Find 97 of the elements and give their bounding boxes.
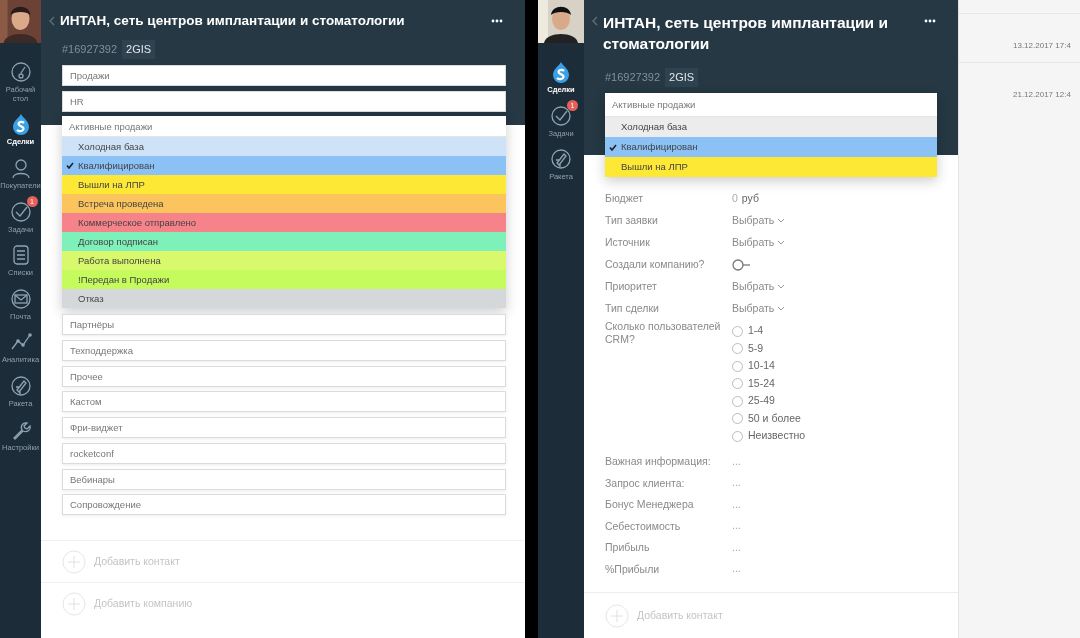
currency-label: руб	[741, 190, 759, 206]
toggle-switch[interactable]	[732, 258, 752, 271]
field-value: ...	[732, 561, 741, 577]
stage-option[interactable]: Квалифицирован	[62, 156, 506, 176]
pipeline-option[interactable]: HR	[62, 90, 506, 112]
field-value: ...	[732, 475, 741, 491]
field-value: ...	[732, 453, 741, 469]
radio-button[interactable]	[732, 378, 743, 390]
stage-option[interactable]: Вышли на ЛПР	[605, 157, 937, 177]
radio-button[interactable]	[732, 343, 743, 355]
radio-button[interactable]	[732, 360, 743, 372]
radio-label: 1-4	[748, 323, 764, 339]
stage-option[interactable]: !Передан в Продажи	[62, 270, 506, 290]
pipeline-option[interactable]: Кастом	[62, 391, 506, 413]
back-button[interactable]	[592, 16, 598, 26]
select-dropdown[interactable]: Выбрать	[732, 278, 786, 295]
person-icon	[9, 156, 32, 179]
stage-option[interactable]: Холодная база	[62, 137, 506, 157]
timestamp: 21.12.2017 12:4	[1013, 90, 1071, 99]
pipeline-option[interactable]: Партнёры	[62, 314, 506, 336]
drop-logo-icon	[550, 61, 572, 83]
radio-button[interactable]	[732, 395, 743, 407]
more-icon	[924, 19, 936, 23]
field-label: Тип сделки	[605, 301, 660, 316]
more-button[interactable]	[491, 19, 503, 23]
radio-label: 15-24	[748, 375, 775, 391]
field-label: Бонус Менеджера	[605, 498, 695, 512]
plus-icon[interactable]	[605, 603, 629, 628]
deal-title: ИНТАН, сеть центров имплантации и стоматологии	[60, 12, 406, 30]
field-label: Бюджет	[605, 191, 644, 206]
radio-label: 5-9	[748, 340, 764, 356]
stage-option[interactable]: Вышли на ЛПР	[62, 175, 506, 195]
chevron-down-icon	[777, 284, 786, 289]
field-label: Приоритет	[605, 279, 658, 294]
field-label: Прибыль	[605, 541, 651, 555]
pipeline-option[interactable]: Техподдержка	[62, 340, 506, 362]
pipeline-option[interactable]: rocketconf	[62, 442, 506, 464]
field-label: Важная информация:	[605, 455, 712, 469]
chevron-down-icon	[777, 306, 786, 311]
field-label: Запрос клиента:	[605, 476, 686, 490]
check-icon	[66, 162, 74, 170]
tag-label: 2GIS	[665, 68, 699, 87]
rocket-icon	[550, 148, 572, 171]
pipeline-option[interactable]: Прочее	[62, 365, 506, 387]
select-dropdown[interactable]: Выбрать	[732, 234, 786, 251]
field-label: Создали компанию?	[605, 257, 706, 272]
plus-icon[interactable]	[62, 591, 86, 616]
pipeline-header[interactable]: Активные продажи	[62, 116, 506, 138]
budget-amount: 0	[732, 190, 738, 206]
select-dropdown[interactable]: Выбрать	[732, 300, 786, 317]
envelope-icon	[9, 287, 32, 310]
field-label: Источник	[605, 235, 651, 250]
gauge-icon	[9, 61, 32, 83]
pipeline-option[interactable]: Продажи	[62, 65, 506, 86]
chevron-down-icon	[777, 218, 786, 223]
chevron-down-icon	[777, 240, 786, 245]
pipeline-header[interactable]: Активные продажи	[605, 93, 937, 117]
deal-id: #16927392	[605, 70, 661, 85]
more-button[interactable]	[924, 19, 936, 23]
rocket-icon	[9, 375, 32, 397]
deal-id: #16927392	[62, 42, 118, 57]
radio-label: 25-49	[748, 393, 775, 409]
field-label: Сколько пользователей CRM?	[605, 319, 722, 346]
stage-option[interactable]: Коммерческое отправлено	[62, 213, 506, 233]
field-value: ...	[732, 496, 741, 512]
stage-option[interactable]: Холодная база	[605, 117, 937, 137]
more-icon	[491, 19, 503, 23]
radio-label: Неизвестно	[748, 428, 806, 444]
plus-icon[interactable]	[62, 549, 86, 574]
chevron-left-icon	[592, 16, 598, 26]
deal-title: ИНТАН, сеть центров имплантации и стоматологии	[603, 13, 889, 54]
check-circle-icon	[9, 200, 32, 223]
field-value: ...	[732, 518, 741, 534]
select-dropdown[interactable]: Выбрать	[732, 212, 786, 229]
pipeline-option[interactable]: Сопровождение	[62, 494, 506, 516]
radio-label: 50 и более	[748, 410, 801, 426]
tag-label: 2GIS	[122, 40, 156, 59]
stage-option[interactable]: Квалифицирован	[605, 137, 937, 157]
stage-option[interactable]: Договор подписан	[62, 232, 506, 252]
chevron-left-icon	[49, 16, 55, 26]
radio-label: 10-14	[748, 358, 775, 374]
stage-option[interactable]: Отказ	[62, 289, 506, 309]
field-label: %Прибыли	[605, 562, 661, 576]
radio-button[interactable]	[732, 413, 743, 425]
field-label: Тип заявки	[605, 213, 659, 228]
check-icon	[609, 143, 617, 151]
radio-button[interactable]	[732, 325, 743, 337]
field-label: Себестоимость	[605, 519, 682, 533]
pipeline-option[interactable]: Фри-виджет	[62, 417, 506, 439]
field-value: ...	[732, 539, 741, 555]
stage-option[interactable]: Встреча проведена	[62, 194, 506, 214]
timestamp: 13.12.2017 17:4	[1013, 41, 1071, 50]
check-circle-icon	[550, 104, 572, 127]
pipeline-option[interactable]: Вебинары	[62, 468, 506, 490]
stage-option[interactable]: Работа выполнена	[62, 251, 506, 271]
radio-button[interactable]	[732, 430, 743, 442]
back-button[interactable]	[49, 16, 55, 26]
